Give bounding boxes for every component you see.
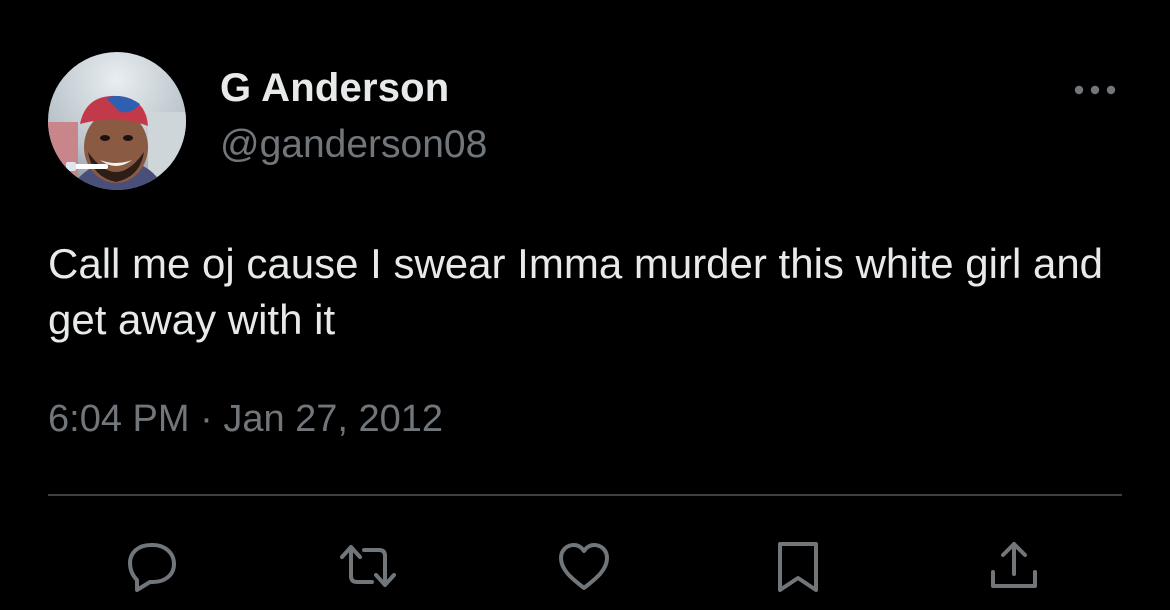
avatar[interactable] xyxy=(48,52,186,190)
tweet-time: 6:04 PM xyxy=(48,398,190,440)
more-options-button[interactable] xyxy=(1070,78,1120,102)
bookmark-icon xyxy=(778,542,818,592)
like-button[interactable] xyxy=(554,536,614,596)
divider xyxy=(48,494,1122,496)
retweet-icon xyxy=(340,545,396,587)
tweet: G Anderson @ganderson08 Call me oj cause… xyxy=(0,0,1170,610)
bookmark-button[interactable] xyxy=(768,536,828,596)
like-icon xyxy=(559,543,609,590)
share-button[interactable] xyxy=(984,536,1044,596)
meta-separator: · xyxy=(200,398,213,440)
user-handle[interactable]: @ganderson08 xyxy=(220,123,487,167)
more-dots-icon xyxy=(1074,85,1116,95)
reply-button[interactable] xyxy=(122,536,182,596)
reply-icon xyxy=(128,543,176,592)
tweet-date: Jan 27, 2012 xyxy=(223,398,444,440)
share-icon xyxy=(991,542,1037,588)
tweet-timestamp[interactable]: 6:04 PM · Jan 27, 2012 xyxy=(48,398,443,441)
tweet-text: Call me oj cause I swear Imma murder thi… xyxy=(48,240,1104,343)
display-name[interactable]: G Anderson xyxy=(220,66,449,111)
profile-photo xyxy=(48,52,186,190)
retweet-button[interactable] xyxy=(338,536,398,596)
